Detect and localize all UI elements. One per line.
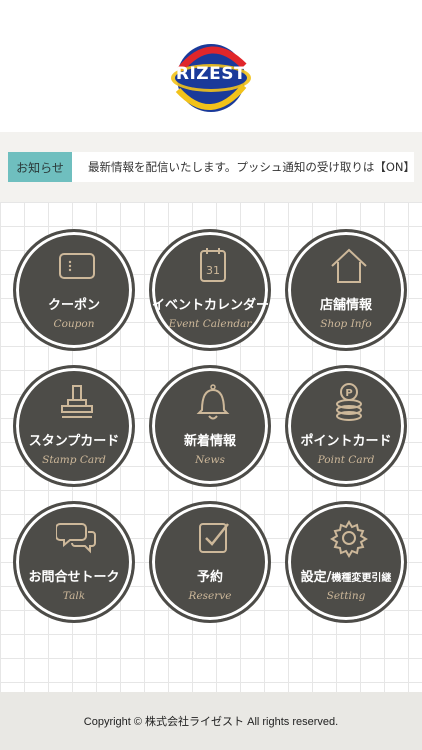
menu-label: ポイントカード [300,434,392,449]
calendar-day: 31 [206,264,220,277]
menu-event-calendar[interactable]: 31 イベントカレンダー Event Calendar [149,229,271,351]
gear-icon [330,520,368,558]
notice-text: 最新情報を配信いたします。プッシュ通知の受け取りは【ON】で [88,160,414,174]
menu-label: イベントカレンダー [152,298,270,313]
menu-sublabel: Event Calendar [168,318,252,330]
menu-news[interactable]: 新着情報 News [149,365,271,487]
menu-setting[interactable]: 設定/機種変更引継 Setting [285,501,407,623]
menu-talk[interactable]: お問合せトーク Talk [13,501,135,623]
menu-sublabel: Talk [62,590,86,602]
app-header: RIZEST [0,0,422,132]
home-icon [331,248,367,283]
copyright-text: Copyright © 株式会社ライゼスト All rights reserve… [83,716,339,728]
menu-sublabel: News [195,454,225,466]
bell-icon [196,384,230,420]
calendar-icon: 31 [200,248,226,282]
menu-sublabel: Point Card [317,454,375,466]
menu-label-main: 設定/ [300,570,332,585]
menu-sublabel: Coupon [53,318,95,330]
notice-label: お知らせ [8,152,72,182]
menu-label: 設定/機種変更引継 [288,566,404,585]
menu-sublabel: Stamp Card [42,454,106,466]
coin-letter: P [345,388,352,399]
coins-icon: P [336,383,362,421]
rizest-logo: RIZEST [168,40,254,116]
menu-grid: クーポン Coupon 31 イベントカレンダー Event Calendar … [0,202,422,692]
menu-label: 店舗情報 [319,298,372,313]
menu-stamp-card[interactable]: スタンプカード Stamp Card [13,365,135,487]
menu-reserve[interactable]: 予約 Reserve [149,501,271,623]
chat-bubbles-icon [56,523,96,554]
menu-label: クーポン [47,298,100,313]
coupon-icon [59,253,95,279]
menu-label: スタンプカード [28,434,120,449]
footer: Copyright © 株式会社ライゼスト All rights reserve… [0,692,422,750]
checkbox-icon [199,523,229,553]
logo-wordmark: RIZEST [175,64,247,84]
menu-coupon[interactable]: クーポン Coupon [13,229,135,351]
menu-sublabel: Shop Info [320,318,372,330]
menu-label: お問合せトーク [28,570,120,585]
menu-label: 新着情報 [183,434,236,449]
menu-point-card[interactable]: P ポイントカード Point Card [285,365,407,487]
menu-label-small: 機種変更引継 [331,573,392,584]
menu-sublabel: Reserve [188,590,232,602]
menu-label: 予約 [196,570,223,585]
notice-ticker[interactable]: お知らせ 最新情報を配信いたします。プッシュ通知の受け取りは【ON】で [8,152,414,182]
stamp-icon [61,385,93,418]
menu-shop-info[interactable]: 店舗情報 Shop Info [285,229,407,351]
menu-sublabel: Setting [326,590,366,602]
